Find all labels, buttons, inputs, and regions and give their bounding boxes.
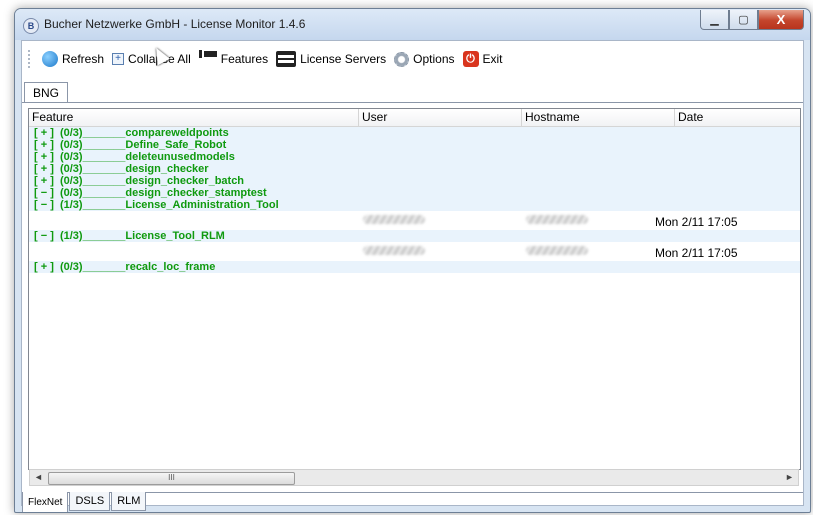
refresh-button[interactable]: Refresh (38, 46, 108, 72)
feature-text: [ − ] (1/3)_______License_Tool_RLM (34, 230, 225, 242)
feature-text: [ − ] (1/3)_______License_Administration… (34, 199, 279, 211)
tab-divider (22, 102, 803, 103)
column-date[interactable]: Date (675, 109, 800, 126)
list-rows: [ + ] (0/3)_______compareweldpoints [ + … (29, 127, 800, 273)
feature-text: [ + ] (0/3)_______design_checker_batch (34, 175, 245, 187)
close-icon: X (776, 12, 786, 27)
server-icon (276, 51, 297, 67)
window-controls: ▁ ▢ X (700, 10, 804, 30)
app-icon: B (23, 18, 39, 34)
client-area: Refresh + Collapse All Features License … (21, 40, 804, 512)
toolbar-grip[interactable] (28, 50, 33, 68)
list-item[interactable]: [ − ] (1/3)_______License_Administration… (29, 199, 800, 211)
list-item[interactable]: [ − ] (1/3)_______License_Tool_RLM (29, 230, 800, 242)
list-item[interactable]: [ + ] (0/3)_______Define_Safe_Robot (29, 139, 800, 151)
license-list[interactable]: Feature User Hostname Date [ + ] (0/3)__… (28, 108, 801, 470)
list-item[interactable]: [ + ] (0/3)_______compareweldpoints (29, 127, 800, 139)
list-item[interactable]: [ + ] (0/3)_______design_checker (29, 163, 800, 175)
app-window: B Bucher Netzwerke GmbH - License Monito… (14, 8, 811, 513)
bottom-tabs: FlexNet DSLS RLM (22, 492, 147, 512)
close-button[interactable]: X (758, 10, 804, 30)
title-bar[interactable]: B Bucher Netzwerke GmbH - License Monito… (15, 9, 810, 40)
minimize-icon: ▁ (710, 14, 719, 26)
feature-text: [ − ] (0/3)_______design_checker_stampte… (34, 187, 267, 199)
maximize-icon: ▢ (738, 14, 749, 26)
feature-text: [ + ] (0/3)_______deleteunusedmodels (34, 151, 235, 163)
list-item[interactable]: [ + ] (0/3)_______design_checker_batch (29, 175, 800, 187)
features-button[interactable]: Features (195, 46, 272, 72)
toolbar: Refresh + Collapse All Features License … (22, 41, 803, 78)
user-redacted (363, 246, 425, 255)
column-feature[interactable]: Feature (29, 109, 359, 126)
exit-button[interactable]: ⏻ Exit (459, 46, 507, 72)
user-redacted (363, 215, 425, 224)
maximize-button[interactable]: ▢ (729, 10, 758, 30)
options-button[interactable]: Options (390, 46, 458, 72)
tab-rlm[interactable]: RLM (111, 492, 147, 511)
gear-icon (394, 51, 410, 67)
column-hostname[interactable]: Hostname (522, 109, 675, 126)
exit-label: Exit (482, 52, 503, 66)
scroll-left-icon[interactable]: ◄ (30, 470, 47, 485)
tab-flexnet[interactable]: FlexNet (22, 492, 69, 512)
checkout-date: Mon 2/11 17:05 (655, 246, 738, 260)
minimize-button[interactable]: ▁ (700, 10, 729, 30)
feature-text: [ + ] (0/3)_______compareweldpoints (34, 127, 229, 139)
features-icon (198, 50, 217, 67)
list-item[interactable]: [ − ] (0/3)_______design_checker_stampte… (29, 187, 800, 199)
list-item[interactable]: [ + ] (0/3)_______recalc_loc_frame (29, 261, 800, 273)
column-user[interactable]: User (359, 109, 522, 126)
checkout-row[interactable]: Mon 2/11 17:05 (29, 242, 800, 261)
options-label: Options (413, 52, 455, 66)
horizontal-scrollbar[interactable]: ◄ III ► (29, 469, 799, 486)
license-servers-button[interactable]: License Servers (272, 46, 390, 72)
hostname-redacted (526, 246, 588, 255)
scroll-thumb[interactable]: III (48, 472, 295, 485)
tab-bng[interactable]: BNG (24, 82, 69, 103)
list-item[interactable]: [ + ] (0/3)_______deleteunusedmodels (29, 151, 800, 163)
column-header: Feature User Hostname Date (29, 109, 800, 127)
collapse-icon: + (112, 53, 125, 65)
feature-text: [ + ] (0/3)_______Define_Safe_Robot (34, 139, 227, 151)
checkout-row[interactable]: Mon 2/11 17:05 (29, 211, 800, 230)
feature-text: [ + ] (0/3)_______recalc_loc_frame (34, 261, 216, 273)
refresh-icon (42, 51, 58, 67)
refresh-label: Refresh (62, 52, 105, 66)
checkout-date: Mon 2/11 17:05 (655, 215, 738, 229)
power-icon: ⏻ (462, 51, 479, 67)
license-servers-label: License Servers (300, 52, 387, 66)
scroll-right-icon[interactable]: ► (781, 470, 798, 485)
feature-text: [ + ] (0/3)_______design_checker (34, 163, 209, 175)
features-label: Features (220, 52, 269, 66)
window-title: Bucher Netzwerke GmbH - License Monitor … (44, 17, 306, 31)
hostname-redacted (526, 215, 588, 224)
tab-dsls[interactable]: DSLS (69, 492, 111, 511)
